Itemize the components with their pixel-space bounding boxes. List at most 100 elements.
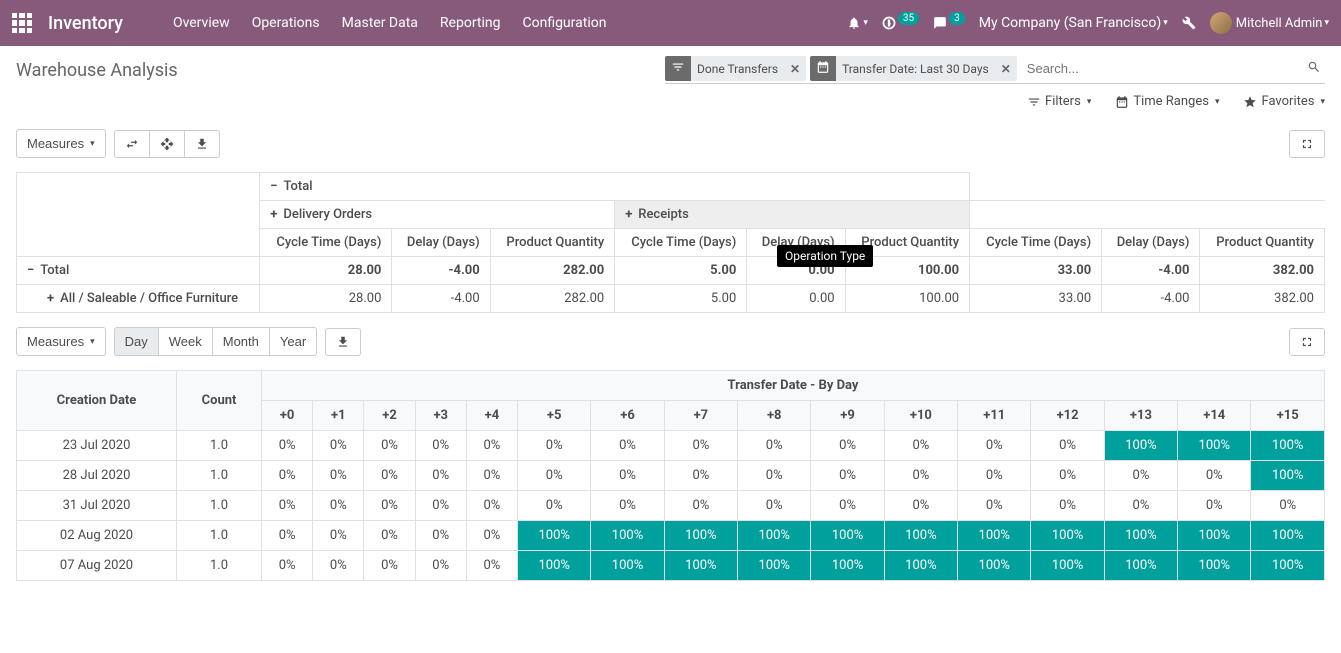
cohort-cell[interactable]: 100% xyxy=(884,551,957,581)
cohort-cell[interactable]: 0% xyxy=(958,461,1031,491)
cohort-cell[interactable]: 0% xyxy=(415,431,466,461)
apps-icon[interactable] xyxy=(12,13,32,33)
cohort-cell[interactable]: 0% xyxy=(664,461,737,491)
cohort-cell[interactable]: 0% xyxy=(738,461,811,491)
cohort-cell[interactable]: 0% xyxy=(262,521,313,551)
interval-day[interactable]: Day xyxy=(114,327,159,356)
cohort-cell[interactable]: 0% xyxy=(262,461,313,491)
measures-button[interactable]: Measures▾ xyxy=(16,129,106,158)
cohort-cell[interactable]: 100% xyxy=(1104,521,1177,551)
cohort-cell[interactable]: 100% xyxy=(518,521,591,551)
cohort-date[interactable]: 07 Aug 2020 xyxy=(17,551,177,581)
cohort-cell[interactable]: 0% xyxy=(1178,491,1251,521)
pivot-group-receipts[interactable]: +Receipts xyxy=(615,201,970,229)
cohort-cell[interactable]: 100% xyxy=(1251,461,1325,491)
cohort-cell[interactable]: 0% xyxy=(884,461,957,491)
cohort-cell[interactable]: 0% xyxy=(313,491,364,521)
user-menu[interactable]: Mitchell Admin ▾ xyxy=(1210,12,1329,34)
cohort-cell[interactable]: 0% xyxy=(466,431,517,461)
pivot-total-group[interactable]: −Total xyxy=(260,173,970,201)
measure-header[interactable]: Cycle Time (Days) xyxy=(260,229,392,257)
cohort-cell[interactable]: 0% xyxy=(364,491,415,521)
cohort-cell[interactable]: 0% xyxy=(518,461,591,491)
cohort-date[interactable]: 31 Jul 2020 xyxy=(17,491,177,521)
search-input[interactable] xyxy=(1021,57,1303,80)
cohort-cell[interactable]: 100% xyxy=(1178,431,1251,461)
cohort-cell[interactable]: 0% xyxy=(313,461,364,491)
cohort-cell[interactable]: 100% xyxy=(884,521,957,551)
cohort-cell[interactable]: 0% xyxy=(664,431,737,461)
cohort-cell[interactable]: 0% xyxy=(738,431,811,461)
cohort-cell[interactable]: 100% xyxy=(664,551,737,581)
discuss-icon[interactable]: 3 xyxy=(933,16,965,30)
cohort-cell[interactable]: 0% xyxy=(466,461,517,491)
cohort-cell[interactable]: 0% xyxy=(313,551,364,581)
cohort-cell[interactable]: 0% xyxy=(1031,431,1104,461)
cohort-cell[interactable]: 0% xyxy=(1031,491,1104,521)
cohort-cell[interactable]: 0% xyxy=(466,491,517,521)
cohort-cell[interactable]: 0% xyxy=(364,551,415,581)
cohort-cell[interactable]: 0% xyxy=(1251,491,1325,521)
cohort-cell[interactable]: 0% xyxy=(313,521,364,551)
cohort-cell[interactable]: 100% xyxy=(958,551,1031,581)
cohort-cell[interactable]: 0% xyxy=(1104,491,1177,521)
company-switcher[interactable]: My Company (San Francisco) ▾ xyxy=(979,15,1168,31)
cohort-cell[interactable]: 0% xyxy=(415,521,466,551)
cohort-measures-button[interactable]: Measures▾ xyxy=(16,327,106,356)
cohort-cell[interactable]: 0% xyxy=(466,521,517,551)
cohort-cell[interactable]: 0% xyxy=(415,551,466,581)
activities-icon[interactable]: 35 xyxy=(882,16,919,30)
cohort-date[interactable]: 02 Aug 2020 xyxy=(17,521,177,551)
cohort-cell[interactable]: 100% xyxy=(1104,431,1177,461)
measure-header[interactable]: Delay (Days) xyxy=(392,229,490,257)
cohort-cell[interactable]: 0% xyxy=(811,461,884,491)
cohort-cell[interactable]: 100% xyxy=(1251,431,1325,461)
cohort-cell[interactable]: 100% xyxy=(664,521,737,551)
measure-header[interactable]: Product Quantity xyxy=(1200,229,1325,257)
download-pivot-button[interactable] xyxy=(184,130,220,158)
nav-overview[interactable]: Overview xyxy=(173,15,230,31)
cohort-cell[interactable]: 0% xyxy=(884,491,957,521)
cohort-cell[interactable]: 100% xyxy=(1178,521,1251,551)
nav-reporting[interactable]: Reporting xyxy=(440,15,501,31)
cohort-cell[interactable]: 0% xyxy=(958,491,1031,521)
nav-master-data[interactable]: Master Data xyxy=(342,15,418,31)
filters-button[interactable]: Filters▾ xyxy=(1027,94,1091,109)
fullscreen-cohort-button[interactable] xyxy=(1289,328,1325,356)
cohort-date[interactable]: 23 Jul 2020 xyxy=(17,431,177,461)
measure-header[interactable]: Delay (Days) xyxy=(1102,229,1200,257)
cohort-cell[interactable]: 0% xyxy=(1031,461,1104,491)
cohort-cell[interactable]: 0% xyxy=(518,431,591,461)
cohort-cell[interactable]: 100% xyxy=(811,521,884,551)
cohort-cell[interactable]: 100% xyxy=(518,551,591,581)
cohort-cell[interactable]: 0% xyxy=(664,491,737,521)
cohort-cell[interactable]: 0% xyxy=(262,431,313,461)
cohort-cell[interactable]: 0% xyxy=(958,431,1031,461)
cohort-cell[interactable]: 100% xyxy=(591,521,664,551)
measure-header[interactable]: Product Quantity xyxy=(490,229,615,257)
cohort-cell[interactable]: 0% xyxy=(811,431,884,461)
cohort-cell[interactable]: 0% xyxy=(364,431,415,461)
cohort-cell[interactable]: 0% xyxy=(415,461,466,491)
cohort-cell[interactable]: 100% xyxy=(738,551,811,581)
measure-header[interactable]: Cycle Time (Days) xyxy=(970,229,1102,257)
expand-all-button[interactable] xyxy=(149,130,185,158)
pivot-group-delivery-orders[interactable]: +Delivery Orders xyxy=(260,201,615,229)
favorites-button[interactable]: Favorites▾ xyxy=(1243,94,1325,109)
cohort-cell[interactable]: 100% xyxy=(1251,551,1325,581)
search-icon[interactable] xyxy=(1303,60,1325,78)
pivot-row-header[interactable]: −Total xyxy=(17,257,260,285)
interval-year[interactable]: Year xyxy=(269,327,317,356)
cohort-cell[interactable]: 0% xyxy=(262,551,313,581)
cohort-cell[interactable]: 0% xyxy=(364,521,415,551)
debug-icon[interactable] xyxy=(1182,16,1196,30)
cohort-cell[interactable]: 100% xyxy=(811,551,884,581)
cohort-cell[interactable]: 100% xyxy=(738,521,811,551)
nav-operations[interactable]: Operations xyxy=(252,15,320,31)
cohort-cell[interactable]: 0% xyxy=(884,431,957,461)
cohort-cell[interactable]: 0% xyxy=(415,491,466,521)
pivot-row-header[interactable]: +All / Saleable / Office Furniture xyxy=(17,285,260,313)
facet-remove[interactable]: ✕ xyxy=(995,62,1017,76)
cohort-cell[interactable]: 100% xyxy=(1251,521,1325,551)
cohort-cell[interactable]: 100% xyxy=(1031,551,1104,581)
